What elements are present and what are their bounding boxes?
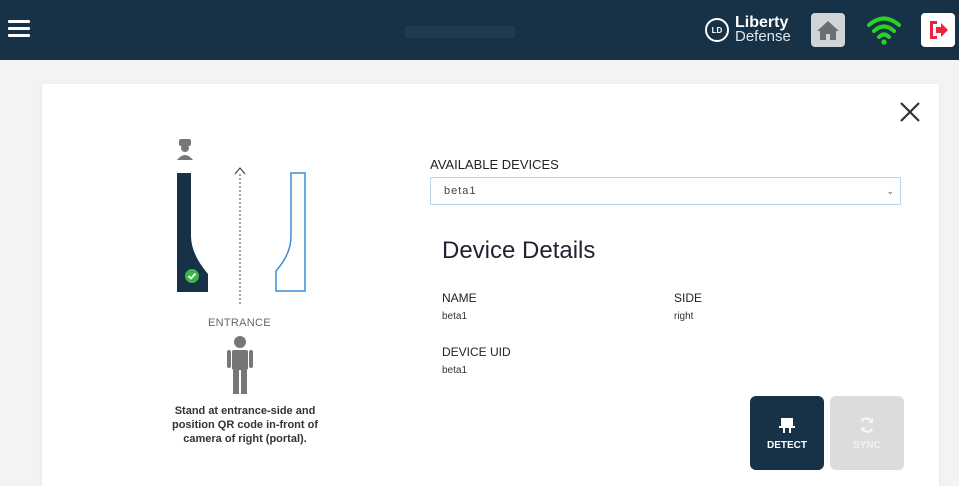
side-label: SIDE xyxy=(674,291,703,305)
entrance-label: ENTRANCE xyxy=(208,317,271,329)
side-value: right xyxy=(674,311,694,322)
sync-icon xyxy=(860,416,874,433)
device-select[interactable]: beta1 ⌄ xyxy=(430,177,901,205)
name-label: NAME xyxy=(442,291,477,305)
wifi-icon xyxy=(867,16,901,45)
home-button[interactable] xyxy=(811,13,845,47)
sync-label: SYNC xyxy=(853,439,881,451)
available-devices-label: AVAILABLE DEVICES xyxy=(430,157,559,172)
logout-button[interactable] xyxy=(921,13,955,47)
chevron-down-icon: ⌄ xyxy=(886,186,894,196)
detect-label: DETECT xyxy=(767,439,807,451)
check-icon xyxy=(185,269,199,283)
logout-icon xyxy=(930,21,948,39)
blurred-title xyxy=(405,26,515,38)
scanner-icon xyxy=(779,417,795,433)
device-details-title: Device Details xyxy=(442,237,596,264)
brand-line-2: Defense xyxy=(735,28,791,45)
detect-button[interactable]: DETECT xyxy=(750,396,824,470)
name-value: beta1 xyxy=(442,311,468,322)
sync-button[interactable]: SYNC xyxy=(830,396,904,470)
menu-icon[interactable] xyxy=(8,20,30,38)
right-portal-shape xyxy=(275,172,306,292)
ld-logo-icon: LD xyxy=(705,18,729,42)
top-bar: LD Liberty Defense xyxy=(0,0,959,60)
device-uid-label: DEVICE UID xyxy=(442,345,511,359)
person-icon xyxy=(227,336,253,394)
home-icon xyxy=(817,21,839,40)
device-select-value: beta1 xyxy=(444,185,477,197)
close-icon[interactable] xyxy=(898,100,922,124)
instructions-text: Stand at entrance-side and position QR c… xyxy=(171,405,319,445)
device-uid-value: beta1 xyxy=(442,365,468,376)
brand-logo: LD Liberty Defense xyxy=(705,14,791,46)
guard-icon xyxy=(177,139,193,160)
